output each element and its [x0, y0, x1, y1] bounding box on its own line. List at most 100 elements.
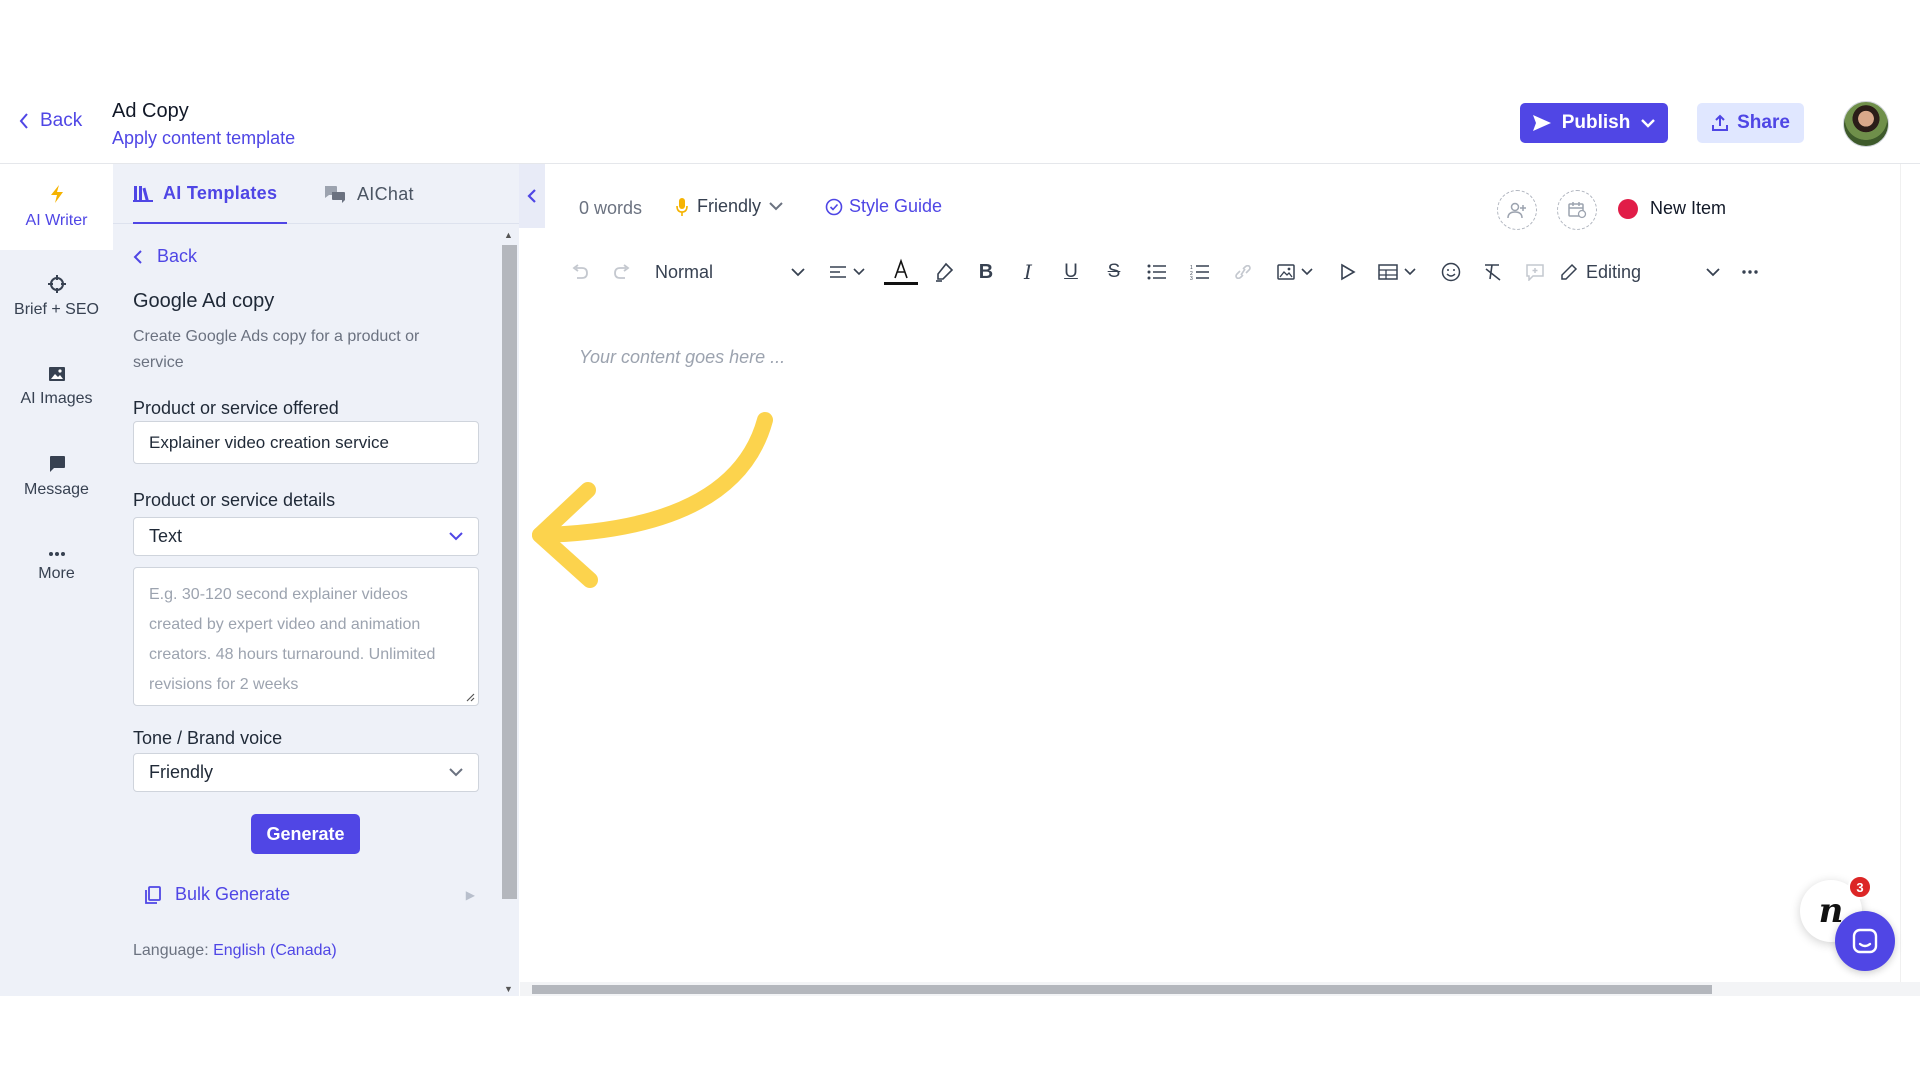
share-button[interactable]: Share	[1697, 103, 1804, 143]
assign-user-button[interactable]	[1497, 190, 1537, 230]
tone-field-label: Tone / Brand voice	[133, 728, 283, 748]
add-comment-icon	[1526, 264, 1544, 281]
details-type-value: Text	[149, 526, 183, 546]
redo-button[interactable]	[607, 252, 637, 292]
add-user-icon	[1507, 202, 1526, 219]
numbered-list-button[interactable]: 123	[1185, 252, 1215, 292]
comment-button[interactable]	[1520, 252, 1550, 292]
publish-button[interactable]: Publish	[1520, 103, 1668, 143]
chat-widget-button[interactable]	[1835, 911, 1895, 971]
strikethrough-icon: S	[1107, 261, 1121, 282]
underline-button[interactable]: U	[1056, 252, 1086, 292]
user-avatar[interactable]	[1843, 101, 1889, 147]
details-type-select[interactable]: Text	[133, 517, 479, 556]
align-dropdown[interactable]	[823, 252, 871, 292]
language-link[interactable]: English (Canada)	[213, 942, 337, 959]
bold-button[interactable]: B	[971, 252, 1001, 292]
bullet-list-button[interactable]	[1142, 252, 1172, 292]
clear-format-button[interactable]	[1478, 252, 1508, 292]
back-button[interactable]: Back	[18, 110, 82, 132]
annotation-arrow-icon	[532, 412, 773, 588]
chevron-down-icon	[853, 268, 865, 276]
table-dropdown[interactable]	[1373, 252, 1421, 292]
chevron-down-icon	[1404, 268, 1416, 276]
underline-icon: U	[1064, 261, 1078, 282]
rail-item-more[interactable]: More	[0, 524, 113, 610]
formatting-toolbar: Normal B I U S 123 Editing	[565, 252, 1825, 292]
image-icon	[1277, 264, 1295, 280]
language-line: Language: English (Canada)	[133, 942, 337, 960]
bold-icon: B	[978, 260, 994, 283]
tool-rail: AI Writer Brief + SEO AI Images Message …	[0, 164, 113, 996]
rail-label: Brief + SEO	[14, 301, 99, 318]
tone-dropdown[interactable]: Friendly	[675, 196, 783, 217]
language-prefix: Language:	[133, 942, 209, 959]
chevron-left-icon	[527, 189, 536, 203]
scroll-thumb[interactable]	[502, 245, 517, 899]
tone-select[interactable]: Friendly	[133, 753, 479, 792]
status-selector[interactable]: New Item	[1618, 198, 1726, 219]
check-circle-icon	[825, 198, 843, 215]
highlight-button[interactable]	[927, 252, 961, 292]
more-horizontal-icon	[1742, 270, 1758, 274]
more-icon	[48, 552, 65, 556]
block-style-dropdown[interactable]: Normal	[655, 252, 805, 292]
template-panel: AI Templates AIChat Back Google Ad copy …	[113, 164, 519, 996]
apply-template-link[interactable]: Apply content template	[112, 128, 295, 149]
panel-scrollbar[interactable]: ▲ ▼	[500, 230, 519, 996]
rail-item-brief-seo[interactable]: Brief + SEO	[0, 254, 113, 340]
rail-item-message[interactable]: Message	[0, 434, 113, 520]
panel-back-button[interactable]: Back	[133, 246, 197, 267]
tone-label: Friendly	[697, 196, 762, 216]
publish-label: Publish	[1561, 112, 1631, 133]
strikethrough-button[interactable]: S	[1099, 252, 1129, 292]
chevron-down-icon	[449, 532, 463, 541]
tab-ai-templates[interactable]: AI Templates	[133, 164, 288, 224]
editor-horizontal-scrollbar[interactable]	[520, 982, 1920, 996]
expand-triangle-icon: ▶	[465, 887, 475, 902]
editor-right-gutter	[1900, 164, 1920, 982]
hscroll-thumb[interactable]	[532, 985, 1712, 994]
template-title: Google Ad copy	[133, 290, 275, 312]
schedule-button[interactable]	[1557, 190, 1597, 230]
resize-grip-icon[interactable]	[465, 692, 475, 702]
pencil-icon	[1561, 263, 1578, 280]
message-icon	[49, 456, 65, 472]
details-placeholder: E.g. 30-120 second explainer videos crea…	[149, 586, 436, 693]
content-editor[interactable]: Your content goes here ...	[579, 347, 785, 368]
rail-item-ai-images[interactable]: AI Images	[0, 344, 113, 430]
details-textarea[interactable]: E.g. 30-120 second explainer videos crea…	[133, 567, 479, 706]
link-button[interactable]	[1228, 252, 1258, 292]
chevron-down-icon	[449, 768, 463, 777]
bulk-label: Bulk Generate	[175, 884, 291, 904]
chevron-down-icon	[769, 202, 783, 211]
scroll-down-icon[interactable]: ▼	[504, 984, 513, 994]
library-icon	[133, 186, 153, 202]
italic-button[interactable]: I	[1013, 252, 1043, 292]
chevron-left-icon	[133, 249, 142, 264]
chevron-down-icon	[1706, 267, 1720, 276]
bolt-icon	[50, 185, 63, 203]
collapse-panel-button[interactable]	[519, 164, 545, 228]
chevron-down-icon	[1301, 268, 1313, 276]
rail-item-ai-writer[interactable]: AI Writer	[0, 164, 113, 250]
image-insert-dropdown[interactable]	[1271, 252, 1319, 292]
rail-label: AI Writer	[25, 212, 88, 229]
media-button[interactable]	[1333, 252, 1363, 292]
style-guide-button[interactable]: Style Guide	[825, 196, 942, 217]
highlighter-icon	[936, 262, 954, 282]
top-header: Back Ad Copy Apply content template Publ…	[0, 96, 1920, 164]
notification-badge: 3	[1848, 875, 1872, 899]
image-icon	[48, 367, 65, 381]
bulk-generate-button[interactable]: Bulk Generate ▶	[145, 884, 475, 905]
emoji-button[interactable]	[1436, 252, 1466, 292]
more-options-button[interactable]	[1735, 252, 1765, 292]
tab-aichat[interactable]: AIChat	[323, 164, 414, 224]
undo-button[interactable]	[565, 252, 595, 292]
scroll-up-icon[interactable]: ▲	[504, 230, 513, 240]
editing-mode-dropdown[interactable]: Editing	[1560, 252, 1720, 292]
product-input[interactable]: Explainer video creation service	[133, 421, 479, 464]
generate-button[interactable]: Generate	[251, 814, 360, 854]
play-icon	[1341, 263, 1356, 281]
text-color-button[interactable]	[883, 252, 919, 292]
